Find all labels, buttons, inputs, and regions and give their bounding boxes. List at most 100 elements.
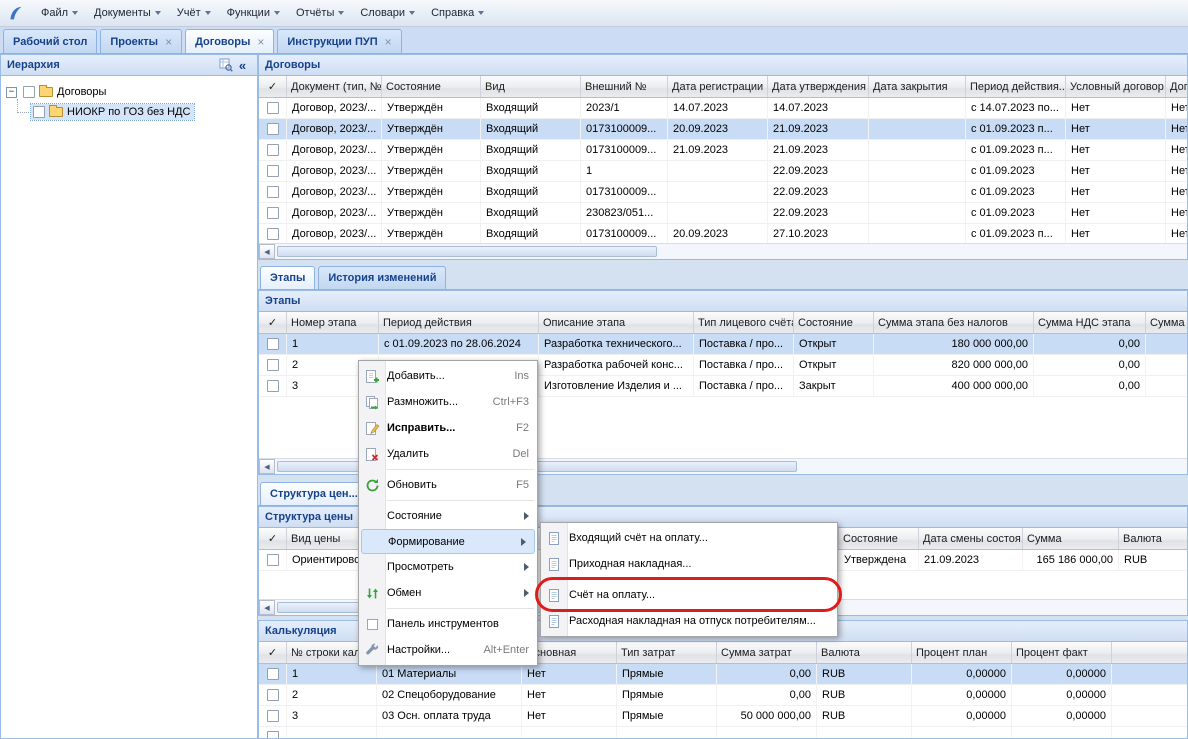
row-checkbox[interactable] (267, 338, 279, 350)
scroll-thumb[interactable] (277, 246, 657, 257)
tree-expander-icon[interactable]: − (6, 87, 17, 98)
column-header[interactable]: Описание этапа (539, 312, 694, 333)
menu-item-view[interactable]: Просмотреть (359, 554, 537, 580)
tab-history[interactable]: История изменений (318, 266, 446, 289)
tab-price-structure[interactable]: Структура цен... (260, 482, 368, 505)
column-header[interactable]: Процент план (912, 642, 1012, 663)
column-header[interactable]: Валюта (1119, 528, 1188, 549)
row-checkbox[interactable] (267, 228, 279, 240)
row-checkbox[interactable] (267, 554, 279, 566)
column-header[interactable]: Дата закрытия (869, 76, 966, 97)
menu-item-duplicate[interactable]: Размножить...Ctrl+F3 (359, 389, 537, 415)
menu-item-incoming-payment-invoice[interactable]: Входящий счёт на оплату... (541, 525, 837, 551)
table-row[interactable]: Договор, 2023/...УтверждёнВходящий122.09… (259, 161, 1187, 182)
table-row[interactable]: Договор, 2023/...УтверждёнВходящий017310… (259, 119, 1187, 140)
column-header[interactable]: Сумма НДС этапа (1034, 312, 1146, 333)
column-header[interactable]: Вид (481, 76, 581, 97)
scroll-left-icon[interactable]: ◀ (259, 600, 275, 615)
column-header[interactable]: Процент факт (1012, 642, 1112, 663)
menu-item-payment-invoice[interactable]: Счёт на оплату... (541, 582, 837, 608)
tree-checkbox[interactable] (23, 86, 35, 98)
column-header[interactable]: Тип затрат (617, 642, 717, 663)
column-header[interactable]: Внешний № (581, 76, 668, 97)
column-header[interactable]: Сумма эт... (1146, 312, 1188, 333)
table-row[interactable]: 101 МатериалыНетПрямые0,00RUB0,000000,00… (259, 664, 1187, 685)
row-checkbox[interactable] (267, 710, 279, 722)
search-icon[interactable] (217, 57, 234, 73)
column-header[interactable]: Период действия (379, 312, 539, 333)
column-header[interactable]: Дата утверждения (768, 76, 869, 97)
menubar-item-documents[interactable]: Документы (86, 3, 169, 23)
tab-contracts[interactable]: Договоры× (185, 29, 274, 53)
menu-item-state[interactable]: Состояние (359, 503, 537, 529)
column-header[interactable]: Валюта (817, 642, 912, 663)
tab-stages[interactable]: Этапы (260, 266, 315, 289)
menu-item-outgoing-waybill[interactable]: Расходная накладная на отпуск потребител… (541, 608, 837, 634)
column-header[interactable]: Состояние (794, 312, 874, 333)
row-checkbox[interactable] (267, 186, 279, 198)
menu-item-generate[interactable]: Формирование (361, 529, 535, 554)
menubar-item-help[interactable]: Справка (423, 3, 492, 23)
column-header[interactable]: Условный договор (1066, 76, 1166, 97)
row-checkbox[interactable] (267, 380, 279, 392)
column-header[interactable]: Тип лицевого счёта (694, 312, 794, 333)
tab-pup-instructions[interactable]: Инструкции ПУП× (277, 29, 401, 53)
column-header[interactable] (1112, 642, 1188, 663)
column-header[interactable]: Документ (тип, №... (287, 76, 382, 97)
column-header[interactable]: Договор... (1166, 76, 1188, 97)
tab-projects[interactable]: Проекты× (100, 29, 182, 53)
row-checkbox[interactable] (267, 689, 279, 701)
row-checkbox[interactable] (267, 165, 279, 177)
scroll-left-icon[interactable]: ◀ (259, 459, 275, 474)
row-checkbox[interactable] (267, 102, 279, 114)
column-header[interactable]: Сумма затрат (717, 642, 817, 663)
column-header[interactable]: Дата смены состоя... (919, 528, 1023, 549)
tab-desktop[interactable]: Рабочий стол (3, 29, 97, 53)
menu-item-exchange[interactable]: Обмен (359, 580, 537, 606)
tree-node-contracts[interactable]: − Договоры (4, 82, 254, 102)
table-row[interactable]: Договор, 2023/...УтверждёнВходящий230823… (259, 203, 1187, 224)
row-checkbox[interactable] (267, 668, 279, 680)
column-header[interactable]: Состояние (839, 528, 919, 549)
menu-item-edit[interactable]: Исправить...F2 (359, 415, 537, 441)
select-all-header[interactable]: ✓ (259, 312, 287, 333)
scroll-left-icon[interactable]: ◀ (259, 244, 275, 259)
table-row[interactable]: Договор, 2023/...УтверждёнВходящий017310… (259, 182, 1187, 203)
select-all-header[interactable]: ✓ (259, 642, 287, 663)
column-header[interactable]: Номер этапа (287, 312, 379, 333)
table-row[interactable]: Договор, 2023/...УтверждёнВходящий017310… (259, 224, 1187, 245)
menubar-item-reports[interactable]: Отчёты (288, 3, 352, 23)
row-checkbox[interactable] (267, 123, 279, 135)
table-row[interactable]: Договор, 2023/...УтверждёнВходящий2023/1… (259, 98, 1187, 119)
select-all-header[interactable]: ✓ (259, 528, 287, 549)
row-checkbox[interactable] (267, 731, 279, 739)
collapse-panel-icon[interactable]: « (234, 57, 251, 73)
row-checkbox[interactable] (267, 207, 279, 219)
menu-item-toolbar-toggle[interactable]: Панель инструментов (359, 611, 537, 637)
menubar-item-dictionaries[interactable]: Словари (352, 3, 423, 23)
column-header[interactable]: Сумма (1023, 528, 1119, 549)
tree-checkbox[interactable] (33, 106, 45, 118)
table-row[interactable]: 202 СпецоборудованиеНетПрямые0,00RUB0,00… (259, 685, 1187, 706)
table-row[interactable]: 303 Осн. оплата трудаНетПрямые50 000 000… (259, 706, 1187, 727)
close-icon[interactable]: × (257, 37, 264, 47)
menu-item-delete[interactable]: УдалитьDel (359, 441, 537, 467)
menubar-item-accounting[interactable]: Учёт (169, 3, 219, 23)
menu-item-incoming-waybill[interactable]: Приходная накладная... (541, 551, 837, 577)
close-icon[interactable]: × (385, 37, 392, 47)
menu-item-add[interactable]: Добавить...Ins (359, 363, 537, 389)
row-checkbox[interactable] (267, 144, 279, 156)
select-all-header[interactable]: ✓ (259, 76, 287, 97)
table-row[interactable]: Договор, 2023/...УтверждёнВходящий017310… (259, 140, 1187, 161)
column-header[interactable]: Сумма этапа без налогов (874, 312, 1034, 333)
menu-item-refresh[interactable]: ОбновитьF5 (359, 472, 537, 498)
tree-node-niokr[interactable]: НИОКР по ГОЗ без НДС (4, 102, 254, 122)
column-header[interactable]: Дата регистрации (668, 76, 768, 97)
table-row[interactable]: 1с 01.09.2023 по 28.06.2024Разработка те… (259, 334, 1187, 355)
column-header[interactable]: Период действия... (966, 76, 1066, 97)
menubar-item-functions[interactable]: Функции (219, 3, 288, 23)
column-header[interactable]: Состояние (382, 76, 481, 97)
table-row[interactable] (259, 727, 1187, 739)
menubar-item-file[interactable]: Файл (33, 3, 86, 23)
close-icon[interactable]: × (165, 37, 172, 47)
